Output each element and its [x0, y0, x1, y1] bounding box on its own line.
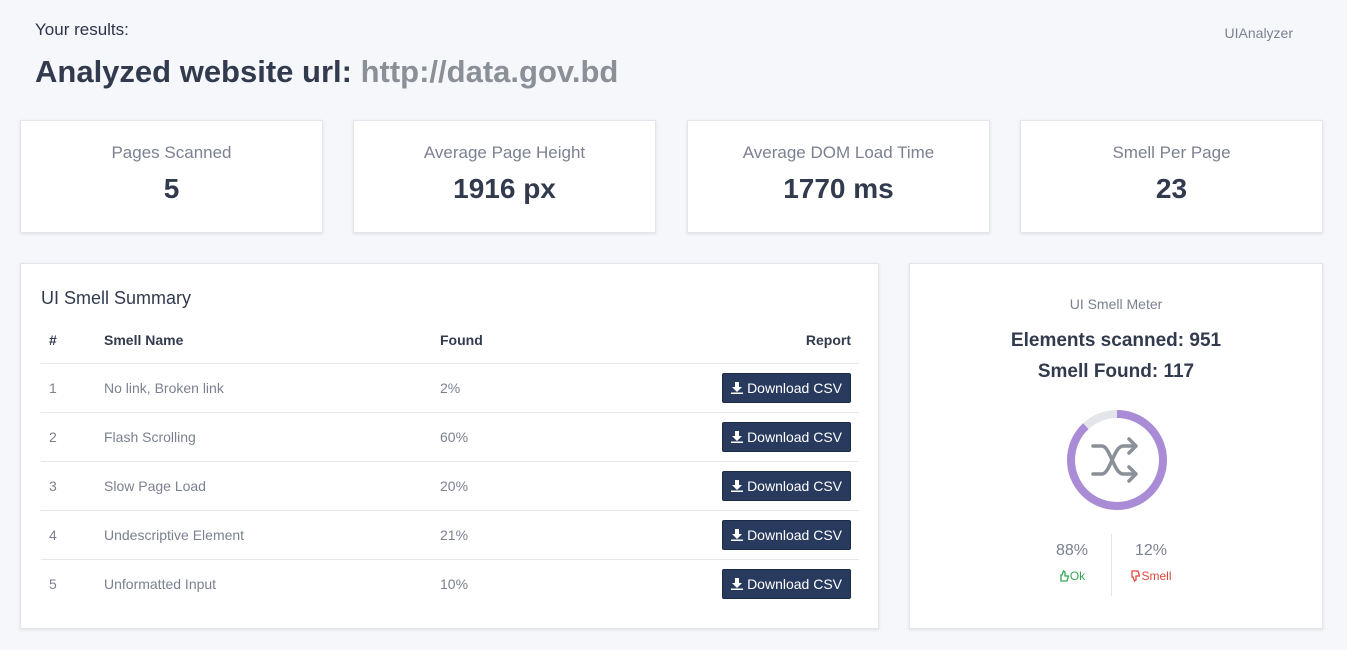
- download-csv-button[interactable]: Download CSV: [722, 421, 851, 452]
- download-csv-label: Download CSV: [747, 575, 842, 592]
- smell-label: Smell: [1141, 569, 1172, 583]
- row-found: 2%: [432, 362, 632, 412]
- stat-label: Smell Per Page: [1112, 143, 1231, 162]
- column-header-num: #: [49, 332, 57, 348]
- results-label: Your results:: [35, 20, 129, 39]
- download-icon: [731, 528, 744, 541]
- stat-value: 1770 ms: [783, 173, 894, 204]
- ok-tag: Ok: [1032, 569, 1112, 583]
- shuffle-icon: [1091, 437, 1138, 483]
- column-header-found: Found: [440, 332, 483, 348]
- download-csv-button[interactable]: Download CSV: [722, 568, 851, 599]
- stat-label: Pages Scanned: [111, 143, 232, 162]
- title-prefix: Analyzed website url:: [35, 54, 352, 89]
- table-row: 3 Slow Page Load 20% Download CSV: [41, 460, 859, 510]
- stat-value: 1916 px: [453, 173, 556, 204]
- row-num: 4: [41, 509, 96, 559]
- thumbs-down-icon: [1131, 570, 1141, 582]
- meter-title: UI Smell Meter: [1069, 296, 1163, 312]
- brand-label: UIAnalyzer: [1224, 25, 1293, 41]
- row-smell-name: Unformatted Input: [96, 558, 432, 608]
- page-title: Analyzed website url: http://data.gov.bd: [35, 54, 618, 90]
- download-icon: [731, 381, 744, 394]
- ui-smell-meter-card: UI Smell Meter Elements scanned: 951 Sme…: [909, 263, 1323, 629]
- row-num: 5: [41, 558, 96, 608]
- table-row: 2 Flash Scrolling 60% Download CSV: [41, 411, 859, 461]
- smell-column: 12% Smell: [1111, 542, 1191, 583]
- table-row: 5 Unformatted Input 10% Download CSV: [41, 558, 859, 608]
- smell-found-text: Smell Found: 117: [1037, 361, 1195, 382]
- ui-smell-summary-card: UI Smell Summary # Smell Name Found Repo…: [20, 263, 879, 629]
- row-num: 2: [41, 411, 96, 461]
- download-csv-button[interactable]: Download CSV: [722, 470, 851, 501]
- analyzed-url: http://data.gov.bd: [360, 54, 619, 89]
- download-icon: [731, 479, 744, 492]
- download-icon: [731, 577, 744, 590]
- table-row: 4 Undescriptive Element 21% Download CSV: [41, 509, 859, 559]
- row-num: 1: [41, 362, 96, 412]
- column-header-smell-name: Smell Name: [104, 332, 184, 348]
- gauge-progress-arc: [1067, 410, 1167, 510]
- stat-value: 5: [163, 173, 180, 204]
- smell-table: # Smell Name Found Report 1 No link, Bro…: [41, 330, 859, 608]
- download-csv-label: Download CSV: [747, 477, 842, 494]
- row-found: 10%: [432, 558, 632, 608]
- stat-card-pages-scanned: Pages Scanned 5: [20, 120, 323, 233]
- stat-card-average-page-height: Average Page Height 1916 px: [353, 120, 656, 233]
- stat-label: Average DOM Load Time: [742, 143, 935, 162]
- download-icon: [731, 430, 744, 443]
- row-smell-name: No link, Broken link: [96, 362, 432, 412]
- download-csv-label: Download CSV: [747, 379, 842, 396]
- download-csv-label: Download CSV: [747, 428, 842, 445]
- table-row: 1 No link, Broken link 2% Download CSV: [41, 362, 859, 412]
- smell-percentage: 12%: [1134, 542, 1168, 559]
- row-num: 3: [41, 460, 96, 510]
- row-smell-name: Slow Page Load: [96, 460, 432, 510]
- download-csv-button[interactable]: Download CSV: [722, 372, 851, 403]
- row-smell-name: Flash Scrolling: [96, 411, 432, 461]
- smell-tag: Smell: [1111, 569, 1191, 583]
- thumbs-up-icon: [1060, 570, 1070, 582]
- column-header-report: Report: [805, 332, 851, 348]
- stat-value: 23: [1155, 173, 1188, 204]
- download-csv-button[interactable]: Download CSV: [722, 519, 851, 550]
- download-csv-label: Download CSV: [747, 526, 842, 543]
- summary-title: UI Smell Summary: [41, 288, 192, 308]
- smell-gauge: [1067, 410, 1167, 510]
- row-smell-name: Undescriptive Element: [96, 509, 432, 559]
- ok-label: Ok: [1069, 569, 1086, 583]
- row-found: 20%: [432, 460, 632, 510]
- ok-column: 88% Ok: [1032, 542, 1112, 583]
- table-header-row: # Smell Name Found Report: [41, 330, 859, 363]
- meter-breakdown: 88% Ok 12% Smell: [910, 534, 1324, 596]
- stat-card-smell-per-page: Smell Per Page 23: [1020, 120, 1323, 233]
- stat-label: Average Page Height: [423, 143, 586, 162]
- stat-card-average-dom-load-time: Average DOM Load Time 1770 ms: [687, 120, 990, 233]
- row-found: 21%: [432, 509, 632, 559]
- elements-scanned-text: Elements scanned: 951: [1010, 330, 1222, 351]
- row-found: 60%: [432, 411, 632, 461]
- ok-percentage: 88%: [1055, 542, 1089, 559]
